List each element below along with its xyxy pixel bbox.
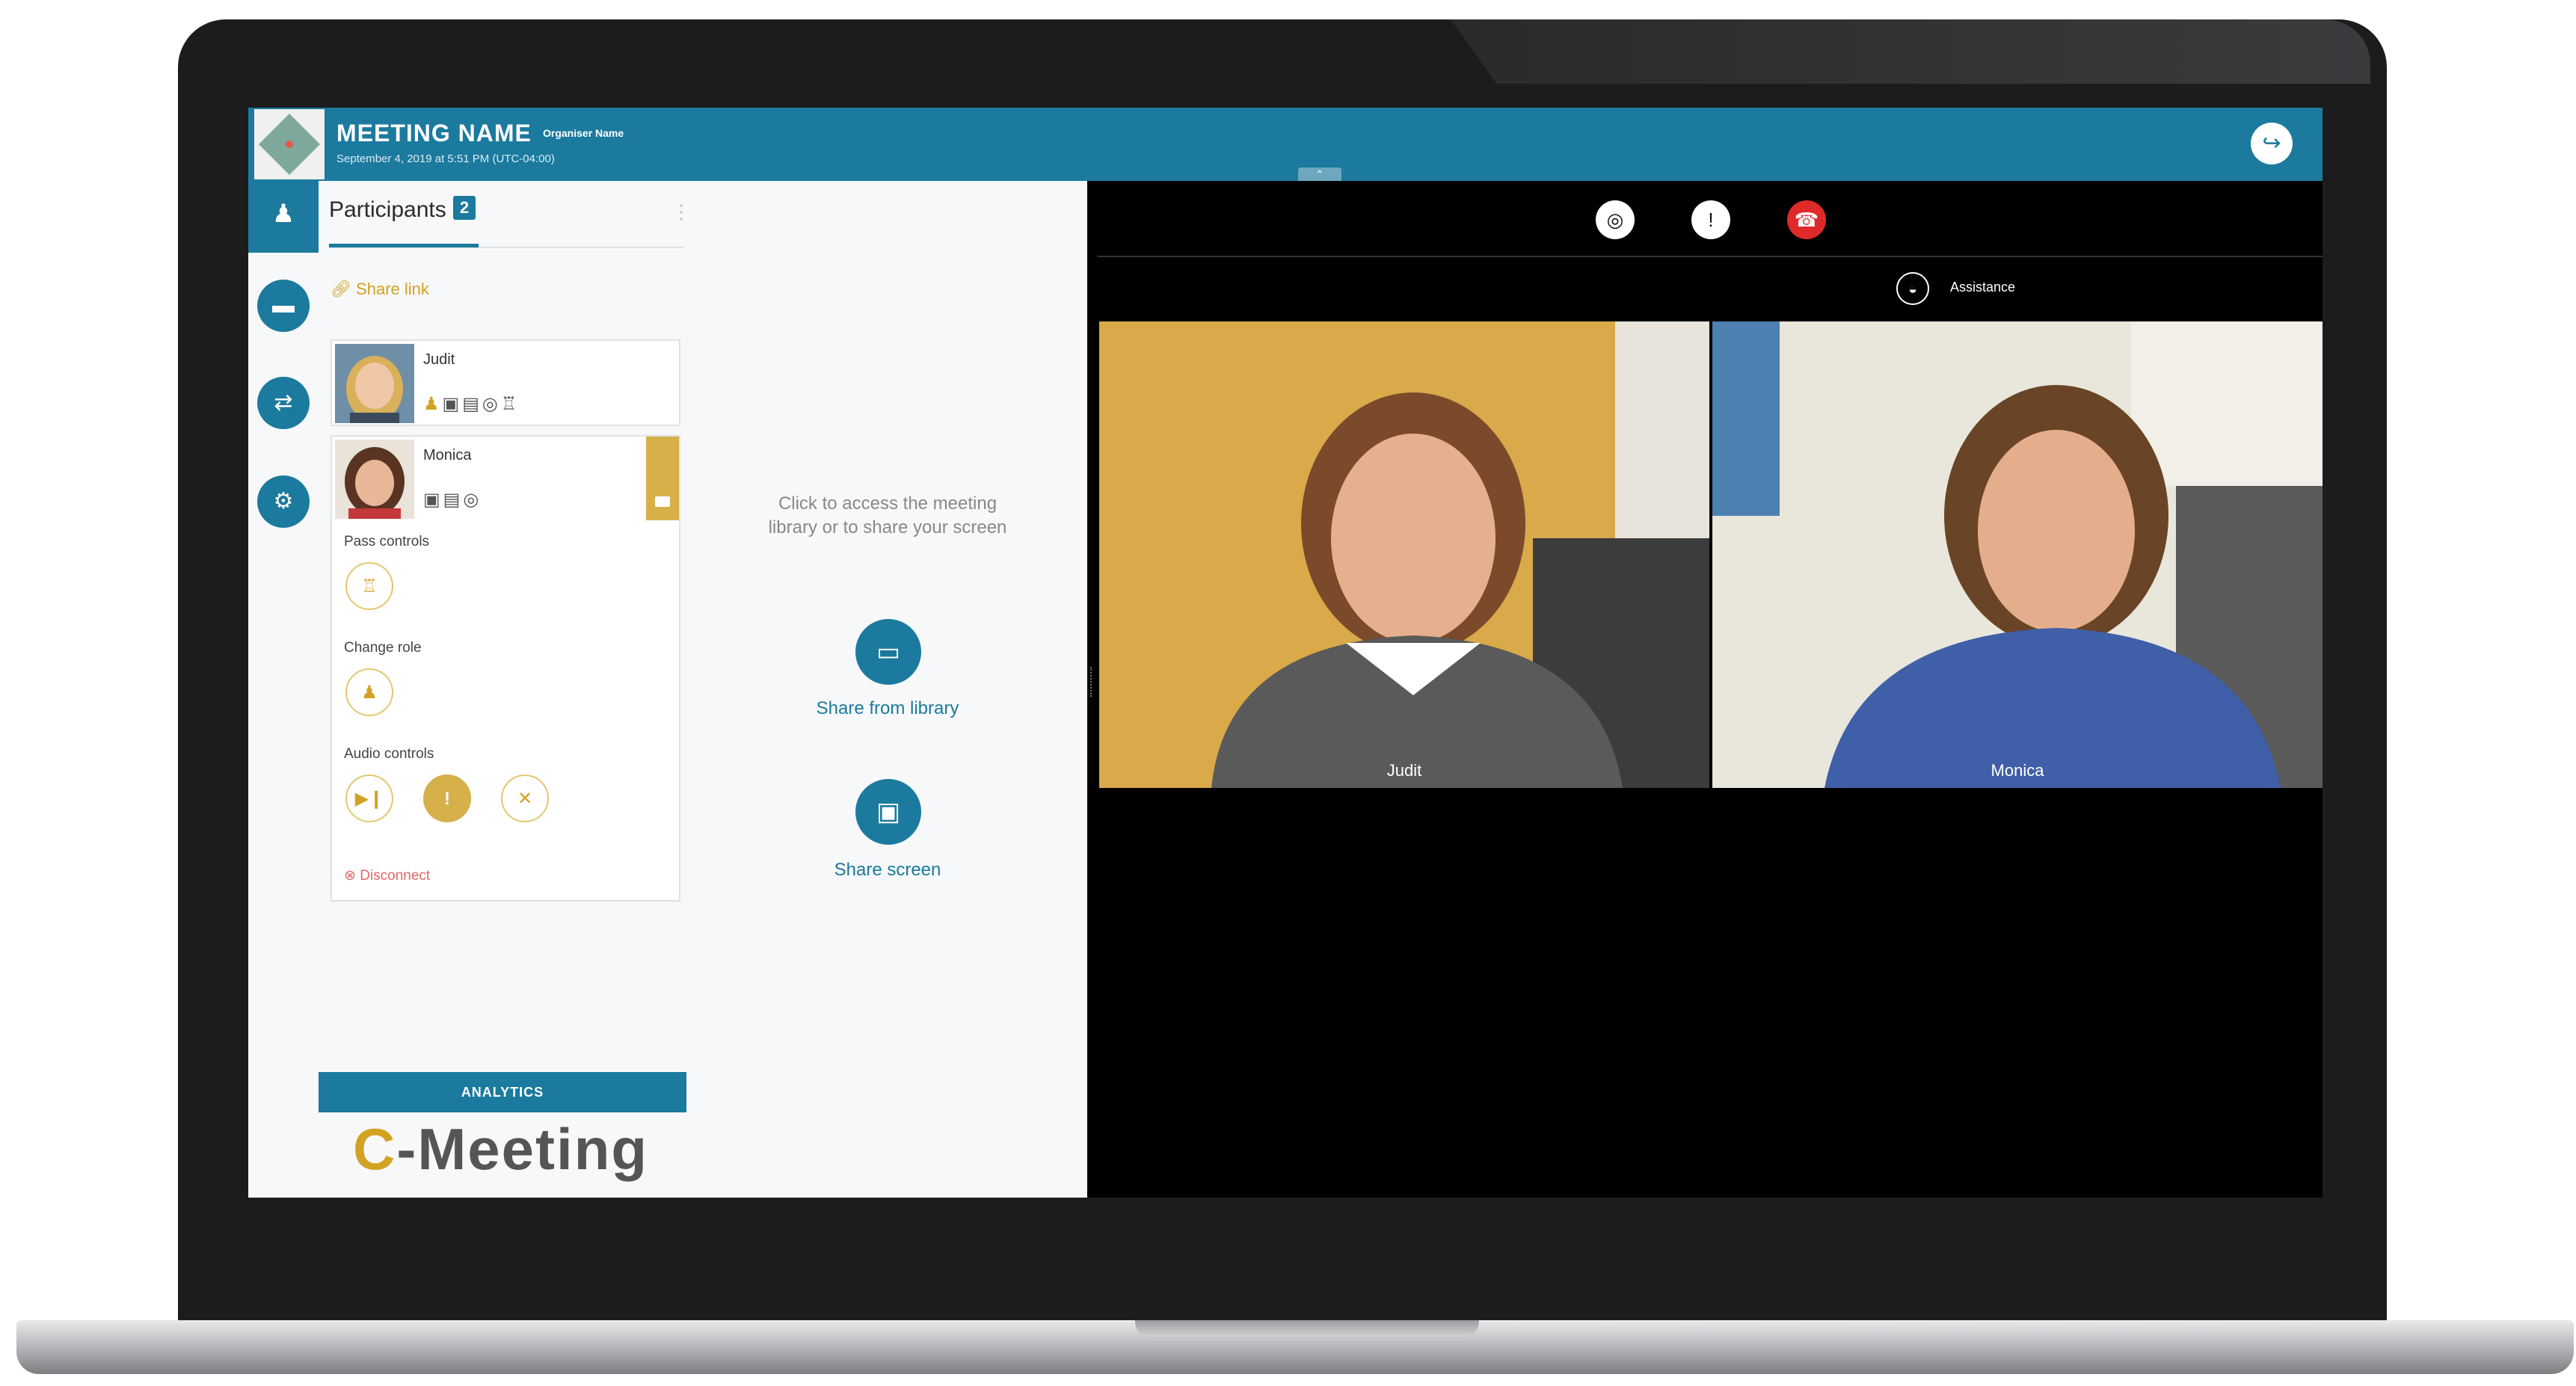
video-tile-name: Monica	[1991, 761, 2044, 780]
play-pause-audio-button[interactable]: ▶❙	[345, 774, 393, 822]
change-role-button[interactable]: ♟	[345, 668, 393, 716]
more-options-icon[interactable]: ⋮	[671, 200, 691, 224]
chat-icon[interactable]: ▬	[257, 280, 310, 332]
disconnect-label: Disconnect	[360, 868, 431, 884]
brand-logo: C-Meeting	[353, 1116, 648, 1182]
video-tile-judit[interactable]: Judit	[1099, 321, 1709, 788]
avatar	[335, 440, 414, 519]
video-tile-name: Judit	[1386, 761, 1422, 780]
app-screen: MEETING NAME Organiser Name September 4,…	[248, 108, 2323, 1250]
screen-bezel-bottom	[248, 1198, 2323, 1250]
share-from-library-button[interactable]: ▭	[855, 619, 921, 685]
pass-controls-label: Pass controls	[344, 534, 430, 549]
hangup-icon[interactable]: ☎	[1787, 200, 1826, 239]
meeting-header: MEETING NAME Organiser Name September 4,…	[248, 108, 2323, 181]
app-logo	[254, 109, 325, 179]
participant-status-icons: ▣▤◎	[423, 490, 482, 510]
close-icon: ⊗	[344, 868, 360, 884]
meeting-name: MEETING NAME	[336, 120, 532, 147]
lid-glare	[1451, 19, 2370, 84]
video-tile-monica[interactable]: Monica	[1712, 321, 2323, 788]
video-feed	[1712, 321, 2323, 788]
camera-icon[interactable]: ◎	[1596, 200, 1635, 239]
mute-microphone-button[interactable]: !	[423, 774, 471, 822]
participant-status-icons: ♟▣▤◎♖	[423, 394, 520, 414]
meeting-date: September 4, 2019 at 5:51 PM (UTC-04:00)	[336, 153, 555, 165]
participants-rail-icon[interactable]: ♟	[248, 181, 319, 253]
disconnect-link[interactable]: ⊗ Disconnect	[344, 867, 430, 884]
collapse-header-button[interactable]: ⌃	[1298, 167, 1341, 181]
participants-panel: ♟ ▬ ⇄ ⚙ Participants 2 ⋮ 🔗︎ Share link J…	[248, 181, 1087, 1198]
exit-icon[interactable]: ↪	[2251, 123, 2293, 164]
panel-splitter[interactable]	[1087, 181, 1098, 1198]
tab-participants[interactable]: Participants	[329, 197, 446, 223]
avatar	[335, 344, 414, 423]
share-screen-button[interactable]: ▣	[855, 779, 921, 845]
audio-controls-label: Audio controls	[344, 746, 434, 762]
microphone-icon[interactable]: !	[1691, 200, 1730, 239]
video-feed	[1099, 321, 1709, 788]
assistance-label[interactable]: Assistance	[1950, 280, 2015, 295]
remove-audio-button[interactable]: ✕	[501, 774, 549, 822]
participant-count-badge: 2	[453, 196, 476, 220]
participant-card-judit[interactable]: Judit ♟▣▤◎♖	[331, 339, 680, 426]
laptop-notch	[1135, 1320, 1479, 1337]
swap-icon[interactable]: ⇄	[257, 377, 310, 429]
change-role-label: Change role	[344, 640, 422, 656]
participant-menu-toggle[interactable]	[646, 437, 679, 520]
pass-controls-button[interactable]: ♖	[345, 562, 393, 610]
share-screen-label[interactable]: Share screen	[764, 860, 1011, 881]
analytics-button[interactable]: ANALYTICS	[319, 1072, 686, 1112]
participant-name: Judit	[423, 351, 455, 368]
organiser-name: Organiser Name	[543, 127, 624, 139]
share-hint-text: Click to access the meeting library or t…	[768, 493, 1007, 538]
tab-active-indicator	[329, 244, 479, 247]
share-from-library-label[interactable]: Share from library	[764, 698, 1011, 719]
share-link-label: Share link	[356, 280, 429, 298]
participant-card-monica[interactable]: Monica ▣▤◎ Pass controls ♖ Change role ♟…	[331, 435, 680, 902]
assistance-icon[interactable]: ◒	[1896, 272, 1929, 305]
settings-icon[interactable]: ⚙	[257, 475, 310, 528]
share-link[interactable]: 🔗︎ Share link	[331, 280, 429, 299]
participant-name: Monica	[423, 447, 472, 463]
share-link-icon: 🔗︎	[331, 280, 357, 298]
